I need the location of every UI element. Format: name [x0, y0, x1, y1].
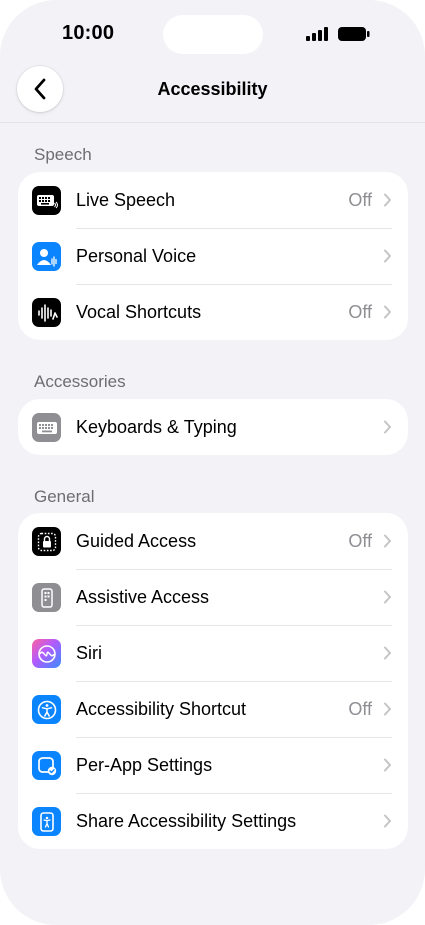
chevron-right-icon: [384, 590, 391, 604]
chevron-right-icon: [384, 534, 391, 548]
battery-icon: [338, 27, 370, 41]
row-label: Keyboards & Typing: [76, 416, 237, 437]
status-bar: 10:00: [0, 0, 425, 68]
waveform-icon: [32, 298, 61, 327]
row-siri[interactable]: Siri: [18, 625, 408, 681]
chevron-right-icon: [384, 646, 391, 660]
phone-screen: 10:00 Accessibility Speech Live Speech O…: [0, 0, 425, 925]
section-header-general: General: [34, 487, 95, 506]
row-assistive-access[interactable]: Assistive Access: [18, 569, 408, 625]
chevron-right-icon: [384, 249, 391, 263]
row-live-speech[interactable]: Live Speech Off: [18, 172, 408, 228]
row-share-accessibility-settings[interactable]: Share Accessibility Settings: [18, 793, 408, 849]
row-label: Per-App Settings: [76, 754, 213, 775]
row-value: Off: [348, 301, 372, 322]
row-label: Share Accessibility Settings: [76, 810, 297, 831]
settings-group-accessories: Keyboards & Typing: [18, 399, 408, 455]
row-label: Vocal Shortcuts: [76, 301, 202, 322]
personal-voice-icon: [32, 242, 61, 271]
chevron-right-icon: [384, 305, 391, 319]
row-label: Assistive Access: [76, 586, 210, 607]
assistive-access-icon: [32, 583, 61, 612]
row-label: Live Speech: [76, 189, 176, 210]
row-per-app-settings[interactable]: Per-App Settings: [18, 737, 408, 793]
row-label: Personal Voice: [76, 245, 197, 266]
chevron-right-icon: [384, 814, 391, 828]
per-app-icon: [32, 751, 61, 780]
row-guided-access[interactable]: Guided Access Off: [18, 513, 408, 569]
siri-icon: [32, 639, 61, 668]
row-personal-voice[interactable]: Personal Voice: [18, 228, 408, 284]
chevron-right-icon: [384, 420, 391, 434]
row-label: Guided Access: [76, 530, 197, 551]
row-keyboards-typing[interactable]: Keyboards & Typing: [18, 399, 408, 455]
accessibility-icon: [32, 695, 61, 724]
row-accessibility-shortcut[interactable]: Accessibility Shortcut Off: [18, 681, 408, 737]
row-value: Off: [348, 189, 372, 210]
lock-dotted-icon: [32, 527, 61, 556]
chevron-right-icon: [384, 702, 391, 716]
settings-group-general: Guided Access Off Assistive Access Siri …: [18, 513, 408, 849]
row-label: Accessibility Shortcut: [76, 698, 247, 719]
share-person-icon: [32, 807, 61, 836]
chevron-right-icon: [384, 193, 391, 207]
navigation-bar: Accessibility: [0, 62, 425, 123]
settings-group-speech: Live Speech Off Personal Voice Vocal Sho…: [18, 172, 408, 340]
row-label: Siri: [76, 642, 102, 663]
page-title: Accessibility: [157, 79, 268, 99]
row-value: Off: [348, 698, 372, 719]
section-header-accessories: Accessories: [34, 372, 126, 391]
keyboard-icon: [32, 413, 61, 442]
section-header-speech: Speech: [34, 145, 92, 164]
row-vocal-shortcuts[interactable]: Vocal Shortcuts Off: [18, 284, 408, 340]
dynamic-island: [163, 15, 263, 54]
chevron-right-icon: [384, 758, 391, 772]
keyboard-speech-icon: [32, 186, 61, 215]
row-value: Off: [348, 530, 372, 551]
cellular-signal-icon: [306, 27, 328, 41]
status-time: 10:00: [62, 22, 115, 44]
